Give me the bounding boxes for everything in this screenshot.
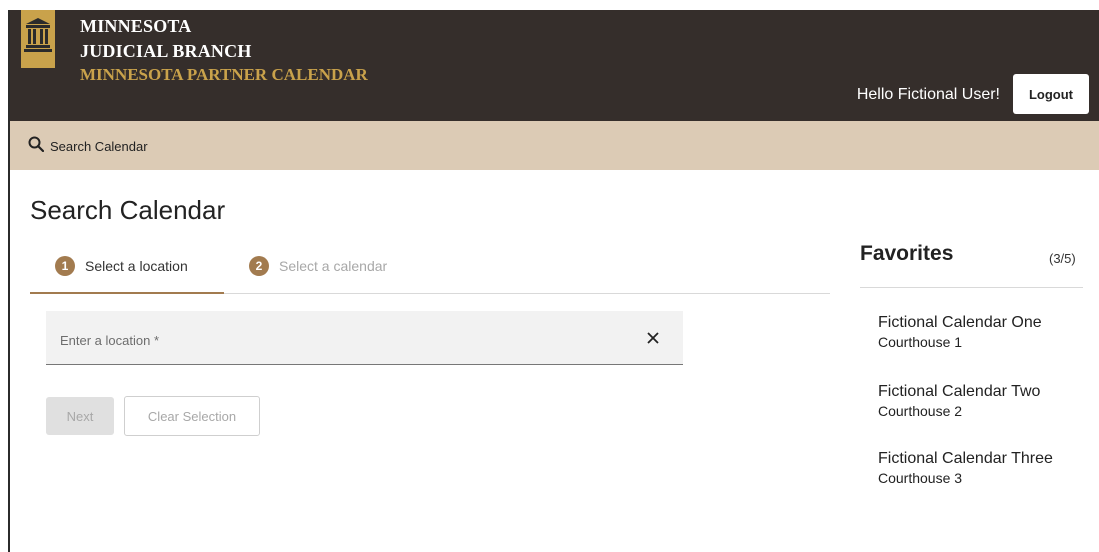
step-label: Select a location	[85, 258, 188, 274]
top-border	[0, 0, 1099, 10]
search-calendar-label: Search Calendar	[50, 139, 148, 154]
location-field	[46, 311, 683, 365]
step-label: Select a calendar	[279, 258, 388, 274]
favorite-location: Courthouse 2	[878, 403, 963, 419]
logout-button[interactable]: Logout	[1013, 74, 1089, 114]
step-select-calendar[interactable]: 2 Select a calendar	[249, 256, 387, 276]
next-button[interactable]: Next	[46, 397, 114, 435]
stepper: 1 Select a location 2 Select a calendar	[30, 247, 830, 294]
favorite-name: Fictional Calendar Two	[878, 383, 1041, 400]
location-input[interactable]	[58, 329, 622, 351]
site-header: MINNESOTA JUDICIAL BRANCH MINNESOTA PART…	[10, 10, 1099, 121]
favorite-item[interactable]: Fictional Calendar One Courthouse 1	[878, 314, 1042, 350]
close-icon[interactable]	[643, 328, 663, 348]
step-select-location[interactable]: 1 Select a location	[55, 256, 188, 276]
favorite-item[interactable]: Fictional Calendar Two Courthouse 2	[878, 383, 1040, 419]
left-border	[0, 10, 10, 552]
sub-navigation: Search Calendar	[10, 121, 1099, 170]
search-icon	[28, 136, 45, 157]
favorite-location: Courthouse 3	[878, 470, 963, 486]
active-step-indicator	[30, 292, 224, 294]
app-name: MINNESOTA PARTNER CALENDAR	[80, 65, 368, 84]
clear-selection-button[interactable]: Clear Selection	[124, 396, 260, 436]
favorite-item[interactable]: Fictional Calendar Three Courthouse 3	[878, 450, 1053, 486]
favorite-name: Fictional Calendar Three	[878, 450, 1053, 467]
favorite-name: Fictional Calendar One	[878, 314, 1042, 331]
page-title: Search Calendar	[30, 195, 226, 225]
brand-line-1: MINNESOTA	[80, 16, 192, 36]
favorites-divider	[860, 287, 1083, 288]
favorites-title: Favorites	[860, 242, 954, 265]
step-number: 2	[249, 256, 269, 276]
courthouse-logo-icon	[21, 10, 55, 68]
favorites-count: (3/5)	[1049, 251, 1076, 266]
user-greeting: Hello Fictional User!	[856, 86, 1000, 103]
favorite-location: Courthouse 1	[878, 334, 963, 350]
brand-line-2: JUDICIAL BRANCH	[80, 41, 252, 61]
search-calendar-link[interactable]: Search Calendar	[28, 136, 148, 157]
step-number: 1	[55, 256, 75, 276]
